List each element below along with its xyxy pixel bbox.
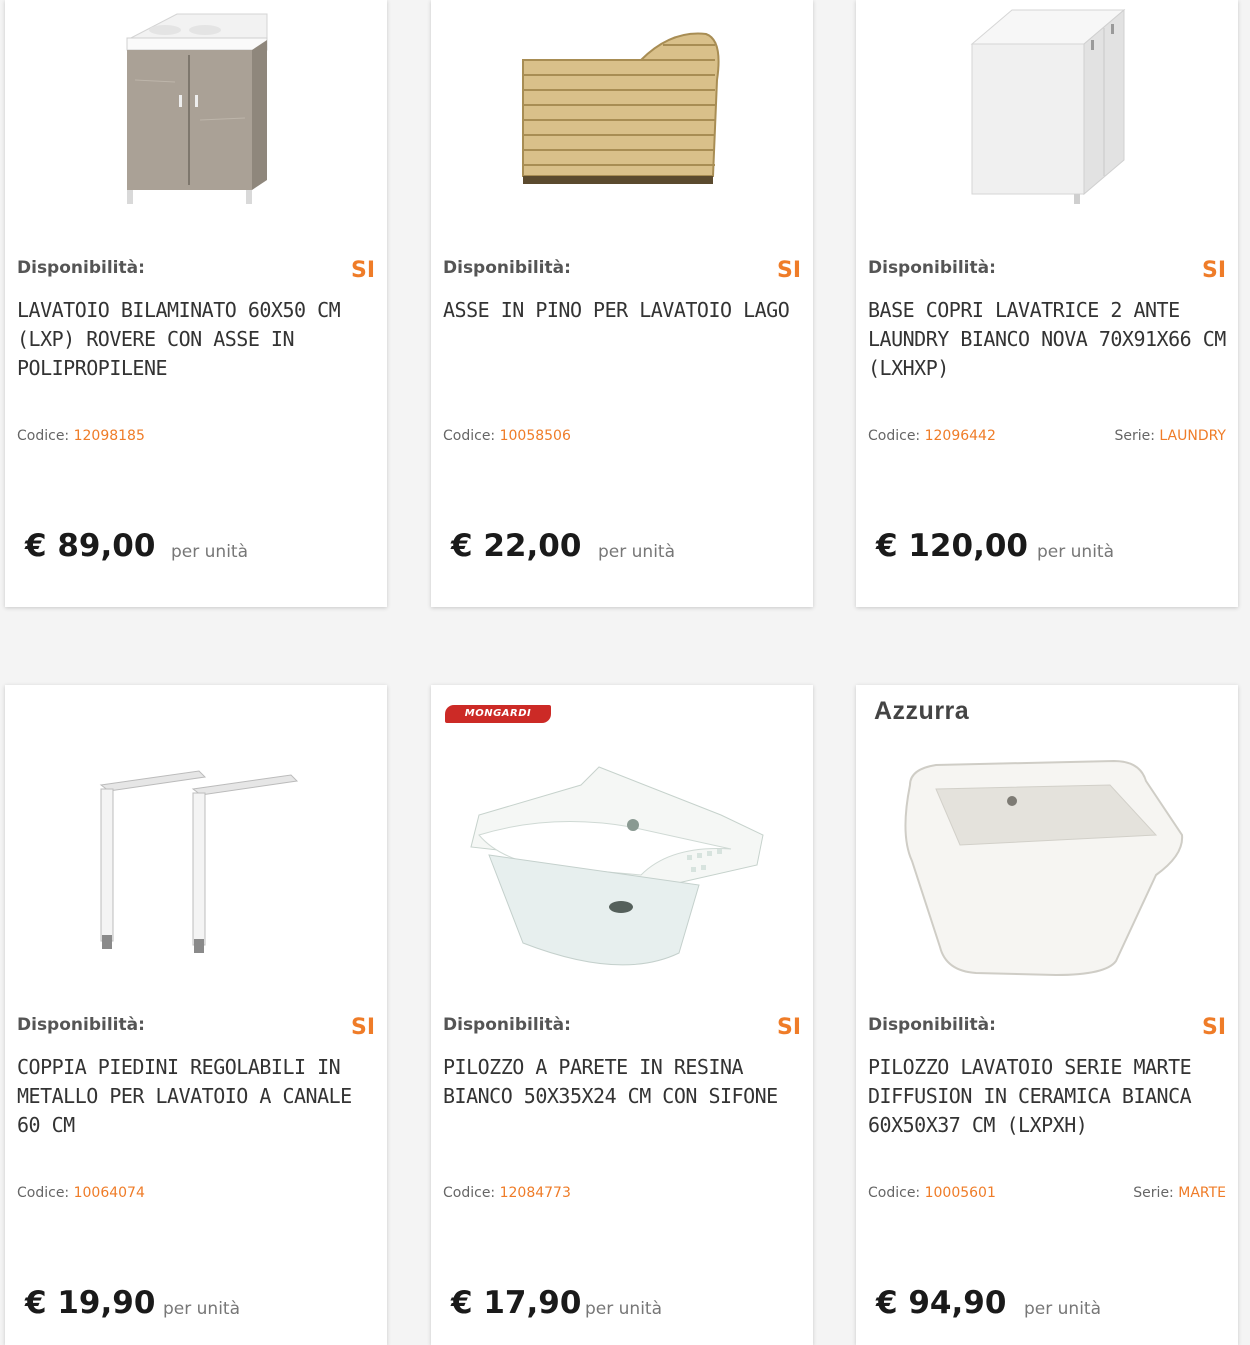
code-label: Codice: xyxy=(17,1185,70,1201)
product-title[interactable]: ASSE IN PINO PER LAVATOIO LAGO xyxy=(443,296,803,325)
availability-label: Disponibilità: xyxy=(443,258,571,278)
product-title[interactable]: PILOZZO A PARETE IN RESINA BIANCO 50X35X… xyxy=(443,1053,803,1111)
code-value[interactable]: 12096442 xyxy=(925,428,996,444)
product-card[interactable]: Disponibilità: SI COPPIA PIEDINI REGOLAB… xyxy=(5,685,387,1345)
availability-label: Disponibilità: xyxy=(443,1015,571,1035)
availability-value: SI xyxy=(1201,258,1226,283)
code-value[interactable]: 12098185 xyxy=(74,428,145,444)
product-price: € 19,90 xyxy=(25,1285,156,1321)
availability-label: Disponibilità: xyxy=(868,1015,996,1035)
code-value[interactable]: 12084773 xyxy=(500,1185,571,1201)
code-label: Codice: xyxy=(443,428,496,444)
product-code: Codice: 10064074 xyxy=(17,1185,145,1201)
product-card[interactable]: Azzurra Disponibilità: SI PILOZZO LAVATO… xyxy=(856,685,1238,1345)
product-price: € 89,00 xyxy=(25,528,156,564)
product-card[interactable]: Disponibilità: SI ASSE IN PINO PER LAVAT… xyxy=(431,0,813,607)
code-value[interactable]: 10058506 xyxy=(500,428,571,444)
code-label: Codice: xyxy=(443,1185,496,1201)
availability-value: SI xyxy=(776,258,801,283)
availability-label: Disponibilità: xyxy=(17,1015,145,1035)
product-title[interactable]: COPPIA PIEDINI REGOLABILI IN METALLO PER… xyxy=(17,1053,377,1140)
product-code: Codice: 10058506 xyxy=(443,428,571,444)
availability-value: SI xyxy=(776,1015,801,1040)
product-image-resin-sink[interactable] xyxy=(431,685,813,985)
series-value[interactable]: MARTE xyxy=(1178,1185,1226,1201)
availability-value: SI xyxy=(350,1015,375,1040)
code-value[interactable]: 10064074 xyxy=(74,1185,145,1201)
availability-label: Disponibilità: xyxy=(17,258,145,278)
product-card[interactable]: MONGARDI Disponibilità: SI PILOZZO A PAR… xyxy=(431,685,813,1345)
series-label: Serie: xyxy=(1133,1185,1174,1201)
price-unit: per unità xyxy=(585,1299,662,1319)
product-image-adjustable-feet[interactable] xyxy=(5,685,387,985)
product-code: Codice: 12096442 xyxy=(868,428,996,444)
product-title[interactable]: BASE COPRI LAVATRICE 2 ANTE LAUNDRY BIAN… xyxy=(868,296,1228,383)
code-value[interactable]: 10005601 xyxy=(925,1185,996,1201)
product-card[interactable]: Disponibilità: SI LAVATOIO BILAMINATO 60… xyxy=(5,0,387,607)
availability-value: SI xyxy=(1201,1015,1226,1040)
product-title[interactable]: LAVATOIO BILAMINATO 60X50 CM (LXP) ROVER… xyxy=(17,296,377,383)
code-label: Codice: xyxy=(17,428,70,444)
product-price: € 94,90 xyxy=(876,1285,1007,1321)
product-price: € 120,00 xyxy=(876,528,1028,564)
code-label: Codice: xyxy=(868,1185,921,1201)
product-series: Serie: MARTE xyxy=(1133,1185,1226,1201)
availability-label: Disponibilità: xyxy=(868,258,996,278)
product-series: Serie: LAUNDRY xyxy=(1114,428,1226,444)
product-image-pine-board[interactable] xyxy=(431,0,813,230)
price-unit: per unità xyxy=(163,1299,240,1319)
availability-value: SI xyxy=(350,258,375,283)
product-code: Codice: 12084773 xyxy=(443,1185,571,1201)
series-label: Serie: xyxy=(1114,428,1155,444)
product-title[interactable]: PILOZZO LAVATOIO SERIE MARTE DIFFUSION I… xyxy=(868,1053,1228,1140)
product-price: € 22,00 xyxy=(451,528,582,564)
product-image-sink-cabinet[interactable] xyxy=(5,0,387,230)
price-unit: per unità xyxy=(1037,542,1114,562)
code-label: Codice: xyxy=(868,428,921,444)
price-unit: per unità xyxy=(171,542,248,562)
product-code: Codice: 10005601 xyxy=(868,1185,996,1201)
series-value[interactable]: LAUNDRY xyxy=(1159,428,1226,444)
product-card[interactable]: Disponibilità: SI BASE COPRI LAVATRICE 2… xyxy=(856,0,1238,607)
product-image-ceramic-sink[interactable] xyxy=(856,685,1238,985)
product-image-washer-cabinet[interactable] xyxy=(856,0,1238,230)
price-unit: per unità xyxy=(1024,1299,1101,1319)
product-code: Codice: 12098185 xyxy=(17,428,145,444)
product-price: € 17,90 xyxy=(451,1285,582,1321)
price-unit: per unità xyxy=(598,542,675,562)
